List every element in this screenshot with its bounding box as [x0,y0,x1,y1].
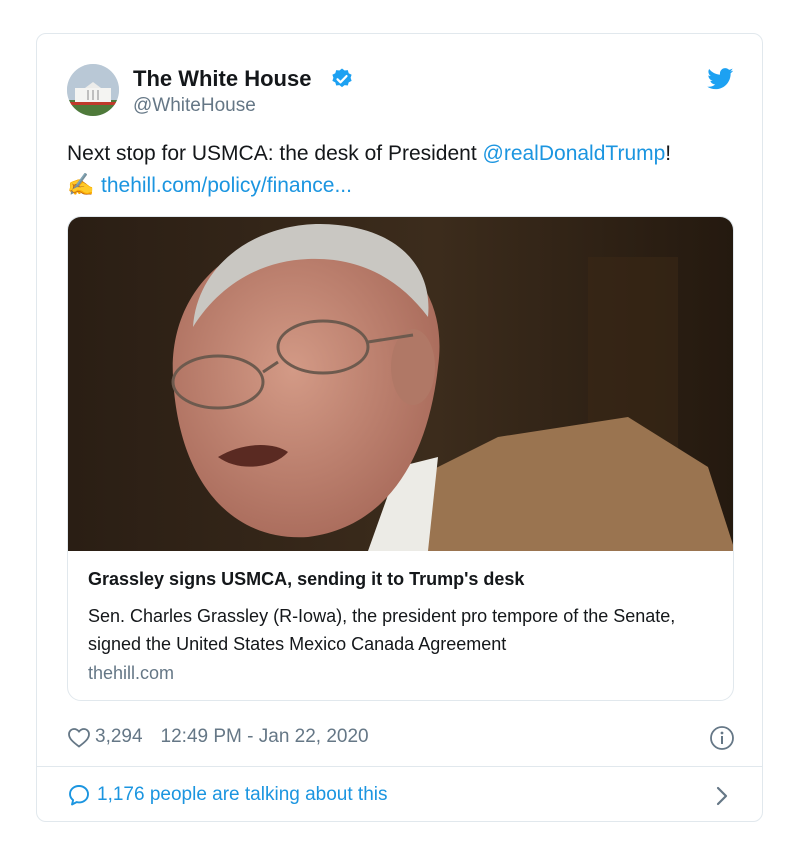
conversation-text: 1,176 people are talking about this [97,784,388,805]
card-domain: thehill.com [88,663,175,683]
author-name[interactable]: The White House [133,66,311,92]
divider [37,766,762,767]
timestamp[interactable]: 12:49 PM - Jan 22, 2020 [161,726,369,748]
info-icon[interactable] [709,725,735,751]
card-description: Sen. Charles Grassley (R-Iowa), the pres… [88,606,676,654]
verified-badge-icon [332,68,352,88]
tweet-text-body: Next stop for USMCA: the desk of Preside… [67,142,483,165]
article-photo [68,217,733,551]
tweet-card: The White House @WhiteHouse Next stop fo… [36,33,763,822]
heart-icon[interactable] [67,726,91,748]
writing-hand-emoji: ✍ [67,172,95,197]
twitter-bird-icon[interactable] [707,68,734,90]
chevron-right-icon[interactable] [714,785,730,807]
conversation-link[interactable]: 1,176 people are talking about this [67,783,388,807]
speech-bubble-icon [69,785,89,806]
like-count[interactable]: 3,294 [95,726,143,748]
white-house-icon [67,64,119,116]
tweet-text: Next stop for USMCA: the desk of Preside… [67,138,757,201]
article-link[interactable]: thehill.com/policy/finance... [101,174,352,197]
mention-link[interactable]: @realDonaldTrump [483,142,666,165]
avatar[interactable] [67,64,119,116]
link-preview-card[interactable]: Grassley signs USMCA, sending it to Trum… [67,216,734,701]
tweet-text-end: ! [665,142,672,165]
author-handle[interactable]: @WhiteHouse [133,94,256,118]
tweet-meta: 3,294 12:49 PM - Jan 22, 2020 [67,726,369,748]
card-title: Grassley signs USMCA, sending it to Trum… [88,569,525,589]
